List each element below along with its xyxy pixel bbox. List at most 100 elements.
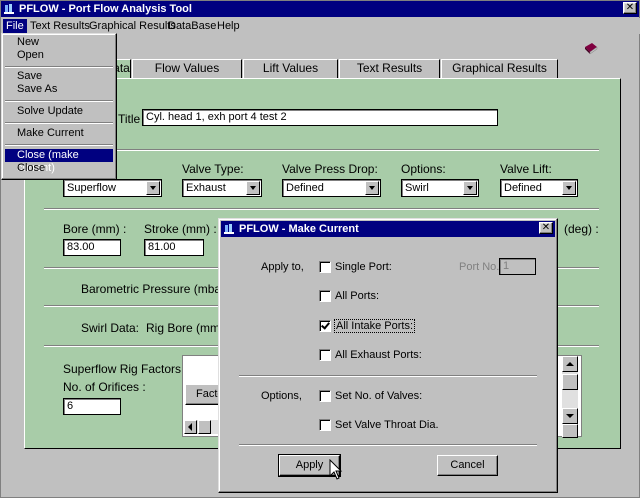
menu-text-results[interactable]: Text Results — [27, 19, 93, 33]
all-intake-ports-checkbox[interactable] — [319, 320, 331, 332]
valve-press-drop-label: Valve Press Drop: — [282, 162, 378, 176]
menu-item-save-as[interactable]: Save As — [5, 83, 113, 96]
scroll-thumb[interactable] — [198, 420, 211, 434]
chevron-down-icon[interactable] — [463, 181, 477, 195]
dialog-title: PFLOW - Make Current — [239, 223, 359, 235]
options-label: Options: — [401, 162, 446, 176]
menu-separator — [5, 122, 113, 124]
menu-separator — [5, 144, 113, 146]
arrow-left-icon — [188, 423, 192, 431]
single-port-checkbox[interactable] — [319, 261, 331, 273]
scroll-down-button[interactable] — [562, 408, 578, 424]
set-no-of-valves-label: Set No. of Valves: — [335, 390, 423, 402]
title-label: Title — [118, 112, 141, 126]
port-no-input[interactable]: 1 — [499, 258, 536, 275]
all-ports-label: All Ports: — [335, 290, 380, 302]
tab-text-results[interactable]: Text Results — [339, 59, 440, 78]
tab-graphical-results-label: Graphical Results — [452, 61, 547, 75]
chevron-down-icon[interactable] — [562, 181, 576, 195]
menu-item-new[interactable]: New — [5, 36, 113, 49]
mouse-cursor-icon — [329, 459, 343, 480]
menu-item-solve-update[interactable]: Solve Update — [5, 105, 113, 118]
file-menu-dropdown: New Open Save Save As Solve Update Make … — [1, 33, 117, 180]
scroll-up-button[interactable] — [562, 356, 578, 372]
tab-flow-values-label: Flow Values — [154, 61, 220, 75]
tab-flow-values[interactable]: Flow Values — [132, 59, 242, 78]
orifices-input[interactable]: 6 — [63, 398, 121, 415]
options-select[interactable]: Swirl — [401, 179, 479, 197]
rig-type-value: Superflow — [67, 182, 116, 194]
valve-type-select[interactable]: Exhaust — [182, 179, 262, 197]
bore-input[interactable]: 83.00 — [63, 239, 121, 256]
scrollbar-corner — [562, 424, 578, 438]
main-titlebar[interactable]: PFLOW - Port Flow Analysis Tool ✕ — [1, 1, 639, 17]
scroll-thumb[interactable] — [562, 374, 578, 390]
menu-database[interactable]: DataBase — [165, 19, 219, 33]
options-value: Swirl — [405, 182, 429, 194]
menu-separator — [5, 100, 113, 102]
swirl-data-label: Swirl Data: — [81, 321, 140, 335]
menu-item-close[interactable]: Close — [5, 162, 113, 175]
tab-graphical-results[interactable]: Graphical Results — [441, 59, 558, 78]
book-icon[interactable] — [583, 41, 599, 55]
menu-item-make-current[interactable]: Make Current — [5, 127, 113, 140]
cancel-button[interactable]: Cancel — [437, 455, 498, 476]
single-port-label: Single Port: — [335, 261, 392, 273]
title-input[interactable]: Cyl. head 1, exh port 4 test 2 — [142, 109, 498, 126]
vertical-scrollbar[interactable] — [562, 356, 578, 424]
all-exhaust-ports-checkbox[interactable] — [319, 349, 331, 361]
all-exhaust-ports-label: All Exhaust Ports: — [335, 349, 422, 361]
set-no-of-valves-checkbox[interactable] — [319, 390, 331, 402]
menu-item-open[interactable]: Open — [5, 49, 113, 62]
close-window-button[interactable]: ✕ — [623, 2, 637, 14]
menubar: File Text Results Graphical Results Data… — [1, 18, 640, 34]
close-dialog-button[interactable]: ✕ — [539, 222, 553, 234]
set-valve-throat-dia-checkbox[interactable] — [319, 419, 331, 431]
all-ports-checkbox[interactable] — [319, 290, 331, 302]
barometric-pressure-label: Barometric Pressure (mbar) — [81, 282, 230, 296]
scroll-left-button[interactable] — [184, 420, 197, 434]
menu-item-close-make-current[interactable]: Close (make current) — [5, 149, 113, 174]
valve-lift-select[interactable]: Defined — [500, 179, 578, 197]
deg-label: (deg) : — [564, 222, 599, 236]
bore-label: Bore (mm) : — [63, 222, 127, 236]
divider — [44, 208, 599, 210]
dialog-titlebar[interactable]: PFLOW - Make Current ✕ — [221, 221, 555, 237]
superflow-rig-factors-label: Superflow Rig Factors: — [63, 362, 185, 376]
set-valve-throat-dia-label: Set Valve Throat Dia. — [335, 419, 439, 431]
dialog-divider — [239, 375, 537, 377]
valve-press-drop-value: Defined — [286, 182, 324, 194]
all-intake-ports-label: All Intake Ports: — [334, 319, 416, 333]
app-icon — [224, 224, 234, 234]
cancel-button-label: Cancel — [450, 459, 485, 471]
arrow-up-icon — [566, 362, 574, 366]
valve-press-drop-select[interactable]: Defined — [282, 179, 381, 197]
rig-bore-label: Rig Bore (mm) — [146, 321, 225, 335]
app-icon — [4, 4, 14, 14]
no-of-orifices-label: No. of Orifices : — [63, 380, 146, 394]
tab-lift-values-label: Lift Values — [262, 61, 319, 75]
dialog-divider — [239, 444, 537, 446]
valve-type-label: Valve Type: — [182, 162, 244, 176]
menu-help[interactable]: Help — [214, 19, 243, 33]
menu-item-save[interactable]: Save — [5, 70, 113, 83]
options-label: Options, — [261, 390, 302, 402]
valve-lift-label: Valve Lift: — [500, 162, 552, 176]
menu-separator — [5, 66, 113, 68]
apply-to-label: Apply to, — [261, 261, 304, 273]
tab-lift-values[interactable]: Lift Values — [243, 59, 338, 78]
port-no-label: Port No. — [459, 261, 500, 273]
menu-file[interactable]: File — [3, 19, 27, 33]
valve-lift-value: Defined — [504, 182, 542, 194]
chevron-down-icon[interactable] — [146, 181, 160, 195]
rig-type-select[interactable]: Superflow — [63, 179, 162, 197]
window-title: PFLOW - Port Flow Analysis Tool — [19, 3, 192, 15]
valve-type-value: Exhaust — [186, 182, 226, 194]
stroke-label: Stroke (mm) : — [144, 222, 217, 236]
chevron-down-icon[interactable] — [246, 181, 260, 195]
apply-button-label: Apply — [295, 459, 324, 471]
tab-text-results-label: Text Results — [356, 61, 423, 75]
stroke-input[interactable]: 81.00 — [144, 239, 204, 256]
chevron-down-icon[interactable] — [365, 181, 379, 195]
make-current-dialog: PFLOW - Make Current ✕ Apply to, Single … — [218, 218, 558, 493]
